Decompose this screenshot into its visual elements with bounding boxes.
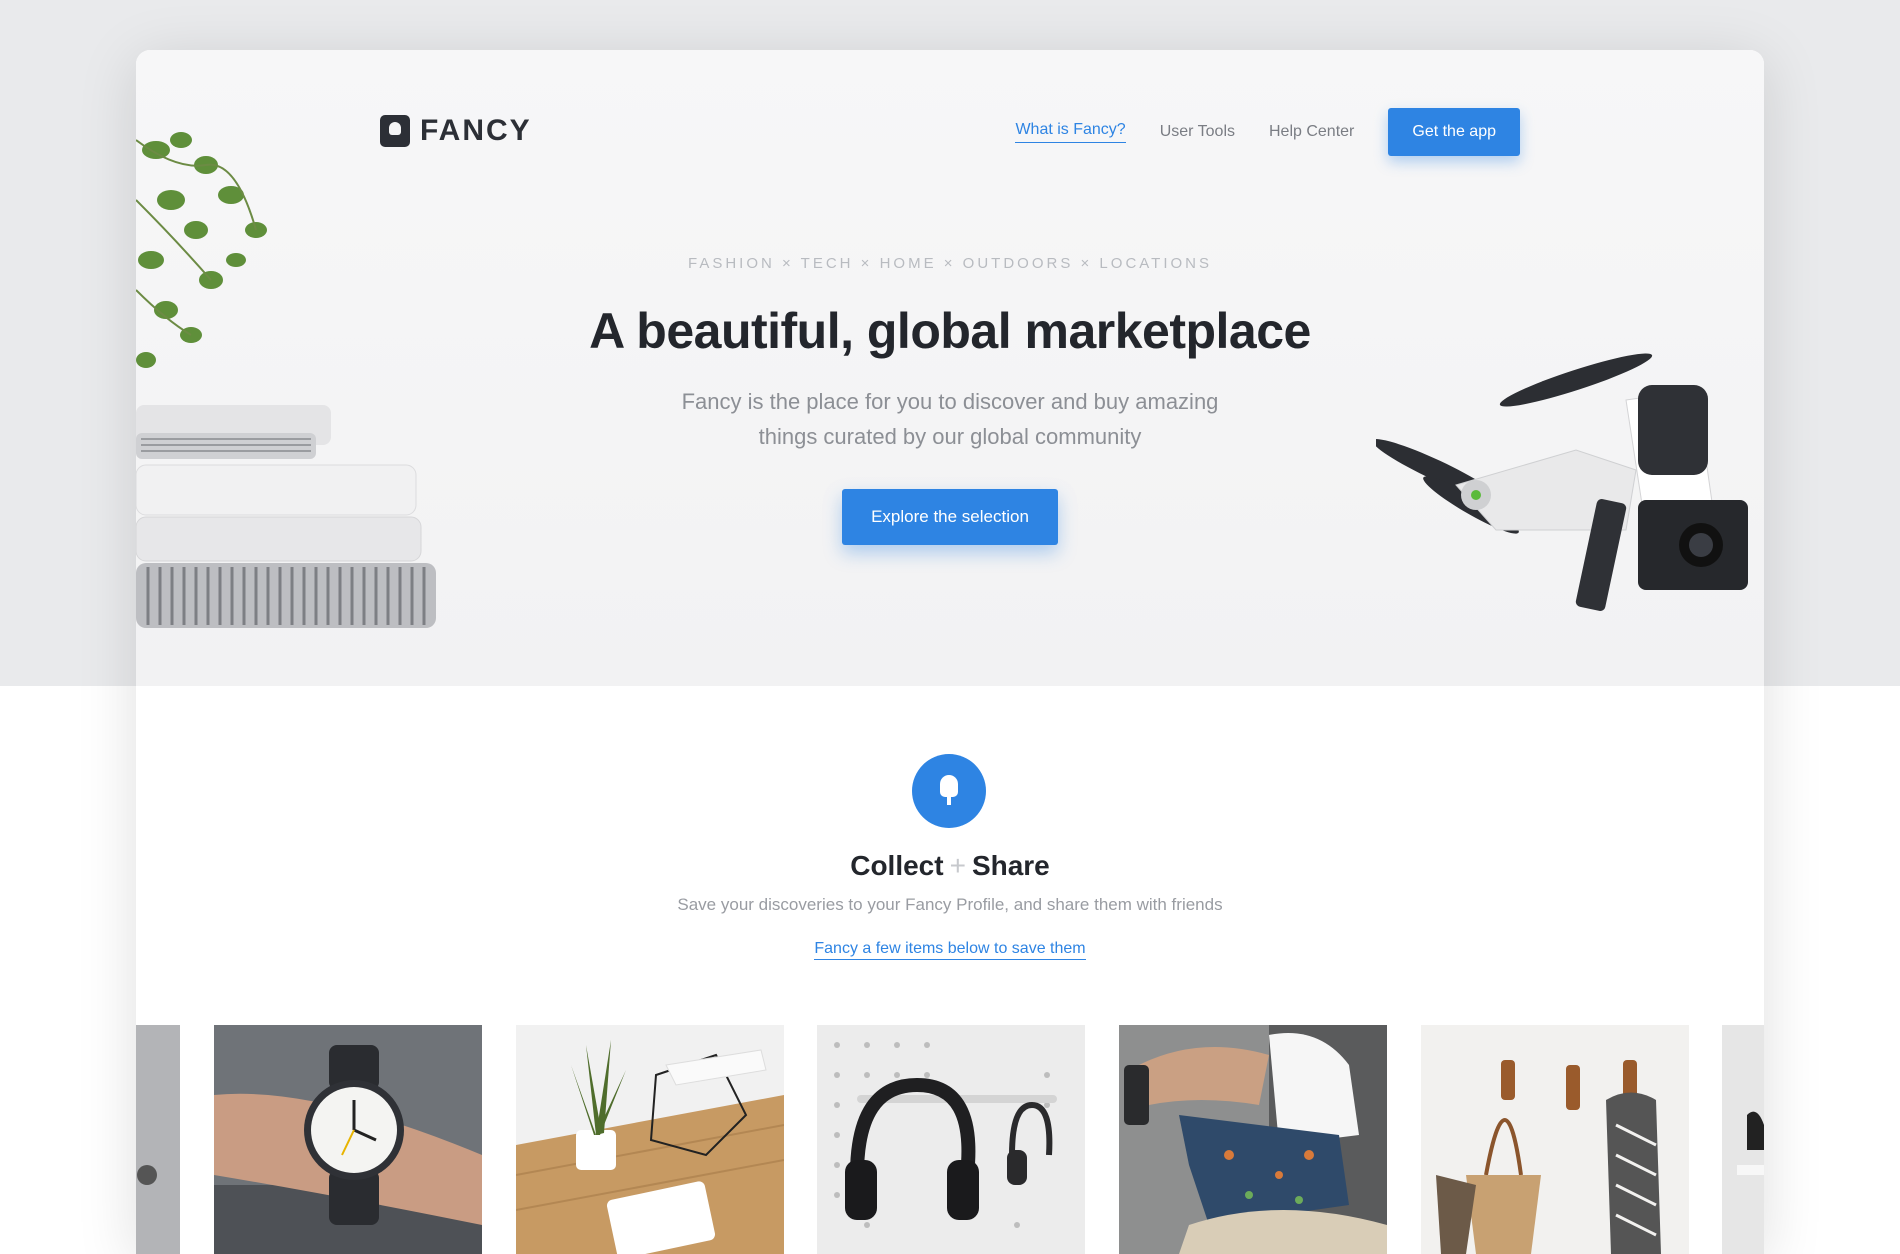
category-tagline: FASHION × TECH × HOME × OUTDOORS × LOCAT… <box>687 255 1213 272</box>
explore-selection-button[interactable]: Explore the selection <box>842 489 1058 545</box>
logo-icon <box>380 115 410 147</box>
plant-scale-image <box>516 1025 784 1254</box>
collect-subtitle: Save your discoveries to your Fancy Prof… <box>677 895 1223 914</box>
hero-headline: A beautiful, global marketplace <box>589 303 1311 359</box>
brand-name: FANCY <box>420 114 532 147</box>
collect-link-wrapper: Fancy a few items below to save them <box>136 940 1764 960</box>
product-card-watch[interactable] <box>214 1025 482 1254</box>
product-card-headphones[interactable] <box>817 1025 1085 1254</box>
collect-title-plus: + <box>949 850 966 881</box>
hero-subline: Fancy is the place for you to discover a… <box>681 389 1219 449</box>
collect-title-left: Collect <box>850 850 944 881</box>
browser-window: FANCY What is Fancy? User Tools Help Cen… <box>136 50 1764 1254</box>
get-the-app-button[interactable]: Get the app <box>1388 108 1520 156</box>
nav-help-center[interactable]: Help Center <box>1269 123 1354 141</box>
sneaker-image <box>1722 1025 1764 1254</box>
product-card-plant-scale[interactable] <box>516 1025 784 1254</box>
collect-title-right: Share <box>971 850 1050 881</box>
watch-image <box>214 1025 482 1254</box>
headphones-image <box>817 1025 1085 1254</box>
product-card-tote-bag[interactable] <box>1421 1025 1689 1254</box>
product-image <box>136 1025 180 1254</box>
swim-shorts-image <box>1119 1025 1387 1254</box>
nav-what-is-fancy[interactable]: What is Fancy? <box>1015 121 1126 143</box>
drone-illustration <box>1376 353 1748 611</box>
fancy-items-link[interactable]: Fancy a few items below to save them <box>814 940 1086 960</box>
product-card-partial-left[interactable] <box>136 1025 180 1254</box>
collect-icon <box>912 754 986 828</box>
tote-bag-image <box>1421 1025 1689 1254</box>
brand-logo[interactable]: FANCY <box>380 114 532 148</box>
collect-share-title: Collect + Share <box>136 850 1764 882</box>
hero-section: FANCY What is Fancy? User Tools Help Cen… <box>136 50 1764 686</box>
product-card-swim-shorts[interactable] <box>1119 1025 1387 1254</box>
top-nav: What is Fancy? User Tools Help Center Ge… <box>1015 108 1520 156</box>
folded-textiles-illustration <box>136 405 436 628</box>
product-card-partial-sneaker[interactable] <box>1722 1025 1764 1254</box>
nav-user-tools[interactable]: User Tools <box>1160 123 1235 141</box>
